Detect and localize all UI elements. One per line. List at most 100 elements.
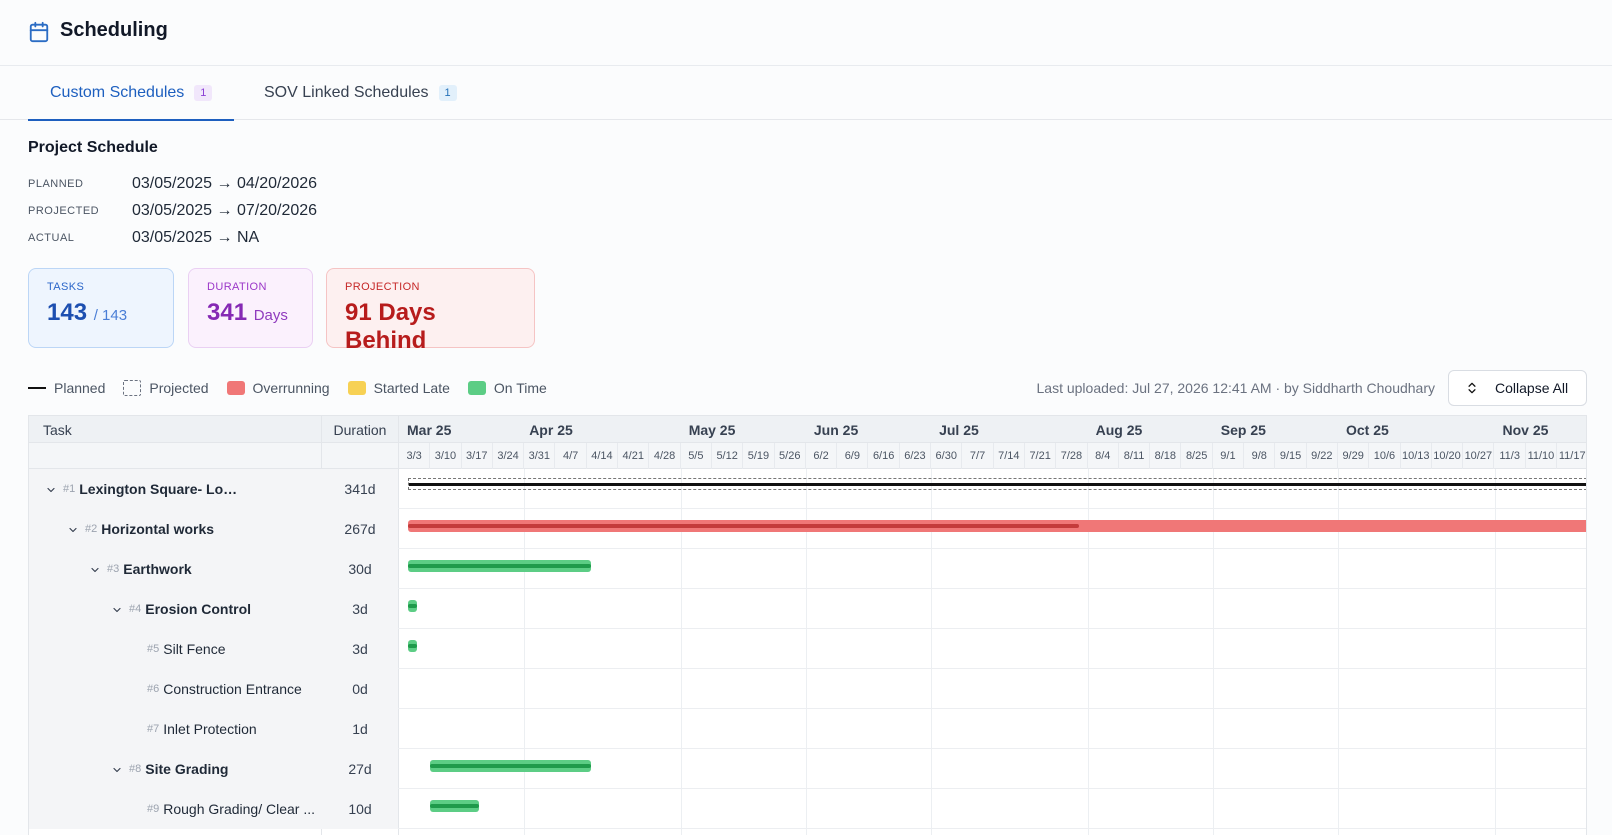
chevron-down-icon[interactable] xyxy=(111,603,123,615)
month-label: Apr 25 xyxy=(529,421,573,438)
task-name: Lexington Square- Lot 5 xyxy=(79,481,240,497)
week-label: 3/31 xyxy=(524,443,556,469)
legend-label: Projected xyxy=(149,380,209,396)
week-label: 9/15 xyxy=(1275,443,1307,469)
collapse-all-button[interactable]: Collapse All xyxy=(1448,370,1587,406)
legend: Planned Projected Overrunning Started La… xyxy=(28,378,565,398)
week-label: 6/30 xyxy=(931,443,963,469)
table-row[interactable]: #9 Rough Grading/ Clear ... 10d xyxy=(29,789,1586,829)
tab-label: Custom Schedules xyxy=(50,84,185,101)
chevron-down-icon[interactable] xyxy=(111,763,123,775)
task-number: #4 xyxy=(129,603,142,615)
task-name: Erosion Control xyxy=(145,601,252,617)
table-row[interactable]: #7 Inlet Protection 1d xyxy=(29,709,1586,749)
card-value: 341 Days xyxy=(207,299,294,327)
chevron-down-icon[interactable] xyxy=(89,563,101,575)
planned-line xyxy=(430,804,480,808)
month-label: Sep 25 xyxy=(1220,421,1266,438)
task-number: #6 xyxy=(147,683,160,695)
table-row[interactable]: #4 Erosion Control 3d xyxy=(29,589,1586,629)
task-name: Rough Grading/ Clear ... xyxy=(163,801,315,817)
table-row[interactable]: #8 Site Grading 27d xyxy=(29,749,1586,789)
on-time-bar[interactable] xyxy=(407,560,592,572)
task-number: #7 xyxy=(147,723,160,735)
on-time-bar[interactable] xyxy=(407,600,417,612)
tab-custom-schedules[interactable]: Custom Schedules 1 xyxy=(27,66,235,121)
projected-label: PROJECTED xyxy=(28,205,100,217)
week-label: 8/4 xyxy=(1088,443,1119,469)
projected-row: PROJECTED 03/05/2025 → 07/20/2026 xyxy=(28,201,317,221)
week-label: 7/7 xyxy=(962,443,994,469)
task-name: Construction Entrance xyxy=(163,681,302,697)
task-column-header[interactable]: Task xyxy=(43,416,72,443)
summary-bar[interactable] xyxy=(407,478,1586,490)
legend-projected: Projected xyxy=(123,380,209,396)
card-label: PROJECTION xyxy=(345,281,420,293)
week-label: 4/21 xyxy=(618,443,650,469)
count-badge: 1 xyxy=(194,85,213,101)
count-badge: 1 xyxy=(438,85,457,101)
week-label: 5/5 xyxy=(681,443,712,469)
week-label: 9/22 xyxy=(1307,443,1338,469)
planned-row: PLANNED 03/05/2025 → 04/20/2026 xyxy=(28,174,317,194)
chevron-down-icon[interactable] xyxy=(45,483,57,495)
task-number: #1 xyxy=(63,483,76,495)
month-label: Jun 25 xyxy=(813,421,859,438)
planned-label: PLANNED xyxy=(28,178,84,190)
planned-line xyxy=(407,564,592,568)
task-cell: #1 Lexington Square- Lot 5 xyxy=(29,469,322,509)
week-label: 11/10 xyxy=(1526,443,1558,469)
tab-sov-linked-schedules[interactable]: SOV Linked Schedules 1 xyxy=(264,66,457,120)
duration-cell: 3d xyxy=(322,629,398,669)
table-row[interactable]: #5 Silt Fence 3d xyxy=(29,629,1586,669)
month-label: Nov 25 xyxy=(1502,421,1549,438)
month-label: Aug 25 xyxy=(1095,421,1143,438)
on-time-bar[interactable] xyxy=(407,640,417,652)
legend-label: Planned xyxy=(54,380,106,396)
table-row[interactable]: #1 Lexington Square- Lot 5 341d xyxy=(29,469,1586,509)
task-name: Inlet Protection xyxy=(163,721,257,737)
on-time-swatch xyxy=(467,381,486,395)
week-label: 10/20 xyxy=(1432,443,1464,469)
week-label: 3/17 xyxy=(462,443,493,469)
projection-card: PROJECTION 91 Days Behind xyxy=(326,268,535,354)
duration-cell: 267d xyxy=(322,509,398,549)
week-label: 4/7 xyxy=(556,443,587,469)
week-label: 6/2 xyxy=(806,443,838,469)
week-label: 7/14 xyxy=(994,443,1025,469)
table-row[interactable]: #3 Earthwork 30d xyxy=(29,549,1586,589)
duration-column-header[interactable]: Duration xyxy=(322,416,398,443)
legend-label: On Time xyxy=(493,380,547,396)
on-time-bar[interactable] xyxy=(430,800,480,812)
task-number: #2 xyxy=(85,523,98,535)
table-row[interactable]: #2 Horizontal works 267d xyxy=(29,509,1586,549)
week-label: 7/21 xyxy=(1025,443,1057,469)
week-label: 5/19 xyxy=(743,443,775,469)
task-number: #3 xyxy=(107,563,120,575)
week-label: 6/16 xyxy=(869,443,900,469)
planned-line xyxy=(407,644,417,648)
week-label: 6/9 xyxy=(837,443,869,469)
planned-line xyxy=(407,604,417,608)
card-label: TASKS xyxy=(47,281,85,293)
legend-on-time: On Time xyxy=(467,380,547,396)
duration-cell: 341d xyxy=(322,469,398,509)
overrunning-bar[interactable] xyxy=(407,520,1586,532)
task-cell: #3 Earthwork xyxy=(29,549,322,589)
week-header: 3/3 3/10 3/17 3/24 3/31 4/7 4/14 4/21 4/28 5/5 5/1… xyxy=(29,443,1586,469)
week-label: 8/11 xyxy=(1119,443,1151,469)
table-row[interactable]: #6 Construction Entrance 0d xyxy=(29,669,1586,709)
collapse-all-label: Collapse All xyxy=(1495,380,1569,396)
task-name: Site Grading xyxy=(145,761,229,777)
tab-label: SOV Linked Schedules xyxy=(264,84,429,101)
duration-cell: 3d xyxy=(322,589,398,629)
on-time-bar[interactable] xyxy=(430,760,592,772)
duration-cell: 30d xyxy=(322,549,398,589)
task-name: Silt Fence xyxy=(163,641,226,657)
chevron-down-icon[interactable] xyxy=(67,523,79,535)
legend-started-late: Started Late xyxy=(347,380,450,396)
actual-row: ACTUAL 03/05/2025 → NA xyxy=(28,228,259,248)
task-number: #5 xyxy=(147,643,160,655)
week-label: 5/26 xyxy=(775,443,806,469)
started-late-swatch xyxy=(347,381,366,395)
